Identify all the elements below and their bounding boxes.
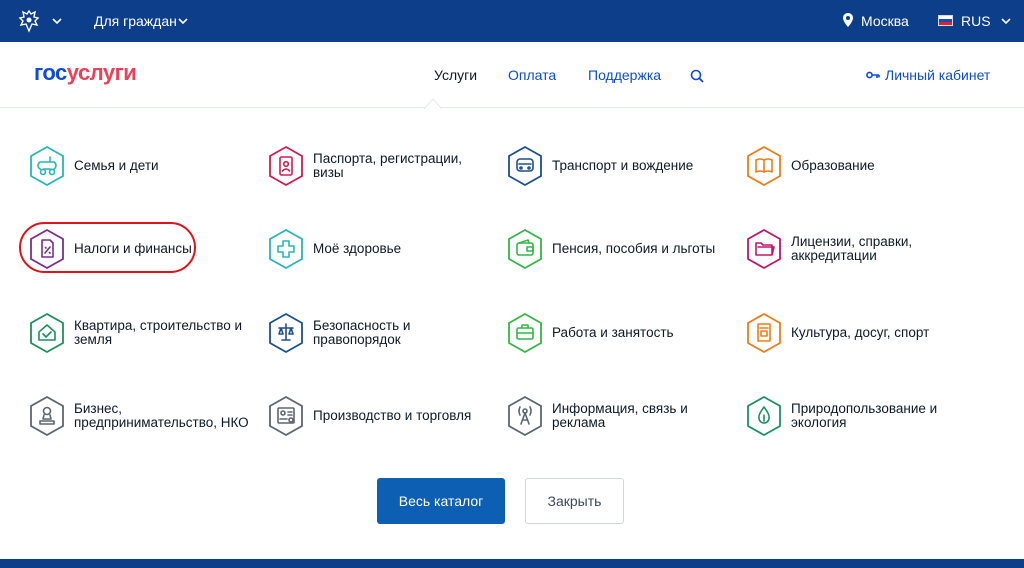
category-label: Природопользование и экология <box>791 401 938 430</box>
category-label: Производство и торговля <box>313 408 472 423</box>
russia-flag-icon <box>938 15 953 26</box>
category-health[interactable]: Моё здоровье <box>267 226 497 278</box>
category-label: Информация, связь и реклама <box>552 401 688 430</box>
information-icon <box>508 395 542 437</box>
pension-icon <box>508 228 542 270</box>
category-passport[interactable]: Паспорта, регистрации, визы <box>267 143 497 195</box>
category-label: Семья и дети <box>74 158 159 173</box>
category-label: Работа и занятость <box>552 325 674 340</box>
category-label: Транспорт и вождение <box>552 158 694 173</box>
category-work[interactable]: Работа и занятость <box>506 310 736 362</box>
category-label: Бизнес, предпринимательство, НКО <box>74 401 249 430</box>
category-information[interactable]: Информация, связь и реклама <box>506 393 736 445</box>
footer-band <box>0 559 1024 568</box>
family-icon <box>30 145 64 187</box>
category-production[interactable]: Производство и торговля <box>267 393 497 445</box>
category-label: Паспорта, регистрации, визы <box>313 151 463 180</box>
category-label: Безопасность и правопорядок <box>313 318 411 347</box>
category-ecology[interactable]: Природопользование и экология <box>745 393 975 445</box>
culture-icon <box>747 312 781 354</box>
nav-payment[interactable]: Оплата <box>508 67 556 83</box>
category-label: Культура, досуг, спорт <box>791 325 930 340</box>
licenses-icon <box>747 228 781 270</box>
category-education[interactable]: Образование <box>745 143 975 195</box>
category-security[interactable]: Безопасность и правопорядок <box>267 310 497 362</box>
chevron-down-icon[interactable] <box>1001 18 1011 24</box>
health-icon <box>269 228 303 270</box>
category-culture[interactable]: Культура, досуг, спорт <box>745 310 975 362</box>
gosuslugi-logo[interactable]: госуслуги <box>34 60 137 86</box>
close-button[interactable]: Закрыть <box>525 478 624 524</box>
category-label: Пенсия, пособия и льготы <box>552 241 716 256</box>
chevron-down-icon[interactable] <box>52 18 62 24</box>
main-header: госуслуги Услуги Оплата Поддержка Личный… <box>0 42 1024 108</box>
audience-selector[interactable]: Для граждан <box>94 13 177 29</box>
key-icon <box>866 71 880 79</box>
search-icon[interactable] <box>690 69 704 83</box>
highlight-outline <box>19 222 196 273</box>
security-icon <box>269 312 303 354</box>
coat-of-arms-icon[interactable] <box>18 9 40 33</box>
active-menu-caret <box>424 98 442 109</box>
language-selector[interactable]: RUS <box>961 13 991 29</box>
category-label: Квартира, строительство и земля <box>74 318 243 347</box>
education-icon <box>747 145 781 187</box>
category-label: Моё здоровье <box>313 241 402 256</box>
nav-services[interactable]: Услуги <box>434 67 477 83</box>
full-catalog-button[interactable]: Весь каталог <box>377 478 505 524</box>
personal-account-link[interactable]: Личный кабинет <box>885 67 990 83</box>
city-selector[interactable]: Москва <box>861 13 909 29</box>
chevron-down-icon[interactable] <box>178 18 188 24</box>
category-licenses[interactable]: Лицензии, справки, аккредитации <box>745 226 975 278</box>
passport-icon <box>269 145 303 187</box>
work-icon <box>508 312 542 354</box>
category-pension[interactable]: Пенсия, пособия и льготы <box>506 226 736 278</box>
category-family[interactable]: Семья и дети <box>28 143 258 195</box>
category-transport[interactable]: Транспорт и вождение <box>506 143 736 195</box>
category-label: Лицензии, справки, аккредитации <box>791 234 913 263</box>
production-icon <box>269 395 303 437</box>
category-label: Образование <box>791 158 875 173</box>
housing-icon <box>30 312 64 354</box>
location-pin-icon <box>843 13 853 27</box>
ecology-icon <box>747 395 781 437</box>
category-housing[interactable]: Квартира, строительство и земля <box>28 310 258 362</box>
nav-support[interactable]: Поддержка <box>588 67 661 83</box>
transport-icon <box>508 145 542 187</box>
category-business[interactable]: Бизнес, предпринимательство, НКО <box>28 393 258 445</box>
top-bar: Для граждан Москва RUS <box>0 0 1024 42</box>
business-icon <box>30 395 64 437</box>
